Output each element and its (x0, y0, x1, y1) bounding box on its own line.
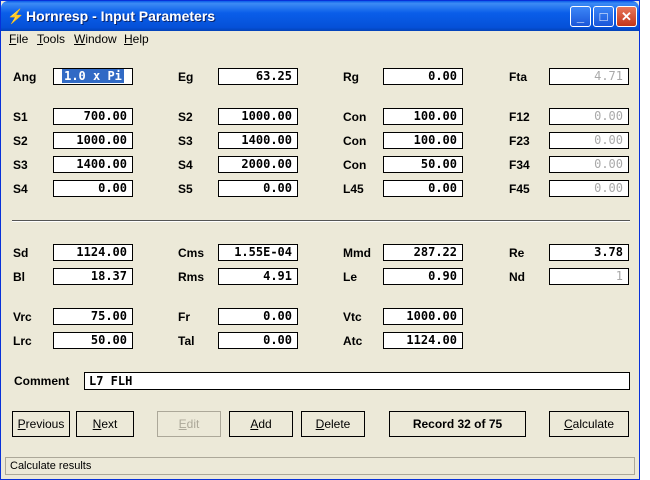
add-button[interactable]: Add (229, 411, 293, 437)
label-le: Le (343, 270, 358, 284)
main-window: ⚡ Hornresp - Input Parameters _ □ ✕ File… (0, 0, 640, 480)
rg-field[interactable]: 0.00 (383, 68, 463, 85)
label-f34: F34 (509, 158, 530, 172)
label-tal: Tal (178, 334, 195, 348)
fr-field[interactable]: 0.00 (218, 308, 298, 325)
s2-field[interactable]: 1000.00 (53, 132, 133, 149)
label-eg: Eg (178, 70, 194, 84)
calculate-button[interactable]: Calculate (549, 411, 629, 437)
delete-button[interactable]: Delete (301, 411, 365, 437)
next-button[interactable]: Next (76, 411, 134, 437)
s5-field[interactable]: 0.00 (218, 180, 298, 197)
label-rg: Rg (343, 70, 359, 84)
f23-field: 0.00 (549, 132, 629, 149)
label-con1: Con (343, 110, 367, 124)
lrc-field[interactable]: 50.00 (53, 332, 133, 349)
menu-tools[interactable]: Tools (37, 32, 65, 46)
re-field[interactable]: 3.78 (549, 244, 629, 261)
menu-help[interactable]: Help (124, 32, 149, 46)
s3-segment2-field[interactable]: 1400.00 (218, 132, 298, 149)
label-f12: F12 (509, 110, 530, 124)
nd-field: 1 (549, 268, 629, 285)
eg-field[interactable]: 63.25 (218, 68, 298, 85)
lightning-icon: ⚡ (7, 8, 25, 24)
s4-field[interactable]: 0.00 (53, 180, 133, 197)
con1-field[interactable]: 100.00 (383, 108, 463, 125)
status-bar: Calculate results (5, 457, 635, 475)
con3-field[interactable]: 50.00 (383, 156, 463, 173)
atc-field[interactable]: 1124.00 (383, 332, 463, 349)
ang-field[interactable]: 1.0 x Pi (53, 68, 133, 85)
s3-field[interactable]: 1400.00 (53, 156, 133, 173)
label-s1: S1 (13, 110, 28, 124)
label-fr: Fr (178, 310, 190, 324)
vrc-field[interactable]: 75.00 (53, 308, 133, 325)
comment-field[interactable]: L7 FLH (84, 372, 630, 390)
label-atc: Atc (343, 334, 363, 348)
menu-bar: File Tools Window Help (1, 31, 639, 49)
mmd-field[interactable]: 287.22 (383, 244, 463, 261)
label-fta: Fta (509, 70, 527, 84)
label-vrc: Vrc (13, 310, 32, 324)
label-s4: S4 (13, 182, 28, 196)
record-indicator: Record 32 of 75 (389, 411, 526, 437)
label-s2: S2 (13, 134, 28, 148)
tal-field[interactable]: 0.00 (218, 332, 298, 349)
label-bl: Bl (13, 270, 25, 284)
label-f45: F45 (509, 182, 530, 196)
edit-button: Edit (157, 411, 221, 437)
label-s3-segment2: S3 (178, 134, 193, 148)
menu-window[interactable]: Window (74, 32, 117, 46)
l45-field[interactable]: 0.00 (383, 180, 463, 197)
label-comment: Comment (14, 374, 70, 388)
label-rms: Rms (178, 270, 205, 284)
label-ang: Ang (13, 70, 37, 84)
label-l45: L45 (343, 182, 364, 196)
label-vtc: Vtc (343, 310, 362, 324)
label-s2-throat: S2 (178, 110, 193, 124)
label-sd: Sd (13, 246, 29, 260)
bl-field[interactable]: 18.37 (53, 268, 133, 285)
sd-field[interactable]: 1124.00 (53, 244, 133, 261)
label-con3: Con (343, 158, 367, 172)
label-con2: Con (343, 134, 367, 148)
s4-segment3-field[interactable]: 2000.00 (218, 156, 298, 173)
close-icon[interactable]: ✕ (616, 6, 637, 27)
label-re: Re (509, 246, 525, 260)
label-nd: Nd (509, 270, 525, 284)
label-f23: F23 (509, 134, 530, 148)
s2-segment1-field[interactable]: 1000.00 (218, 108, 298, 125)
con2-field[interactable]: 100.00 (383, 132, 463, 149)
previous-button[interactable]: Previous (12, 411, 70, 437)
label-mmd: Mmd (343, 246, 371, 260)
cms-field[interactable]: 1.55E-04 (218, 244, 298, 261)
f45-field: 0.00 (549, 180, 629, 197)
f12-field: 0.00 (549, 108, 629, 125)
vtc-field[interactable]: 1000.00 (383, 308, 463, 325)
window-title: Hornresp - Input Parameters (26, 8, 216, 24)
label-s4-segment3: S4 (178, 158, 193, 172)
label-lrc: Lrc (13, 334, 32, 348)
s1-field[interactable]: 700.00 (53, 108, 133, 125)
label-s3: S3 (13, 158, 28, 172)
fta-field: 4.71 (549, 68, 629, 85)
minimize-icon[interactable]: _ (570, 6, 591, 27)
label-cms: Cms (178, 246, 205, 260)
f34-field: 0.00 (549, 156, 629, 173)
title-bar[interactable]: ⚡ Hornresp - Input Parameters _ □ ✕ (1, 1, 639, 31)
menu-file[interactable]: File (9, 32, 28, 46)
le-field[interactable]: 0.90 (383, 268, 463, 285)
maximize-icon[interactable]: □ (593, 6, 614, 27)
rms-field[interactable]: 4.91 (218, 268, 298, 285)
section-divider (12, 220, 630, 222)
label-s5: S5 (178, 182, 193, 196)
